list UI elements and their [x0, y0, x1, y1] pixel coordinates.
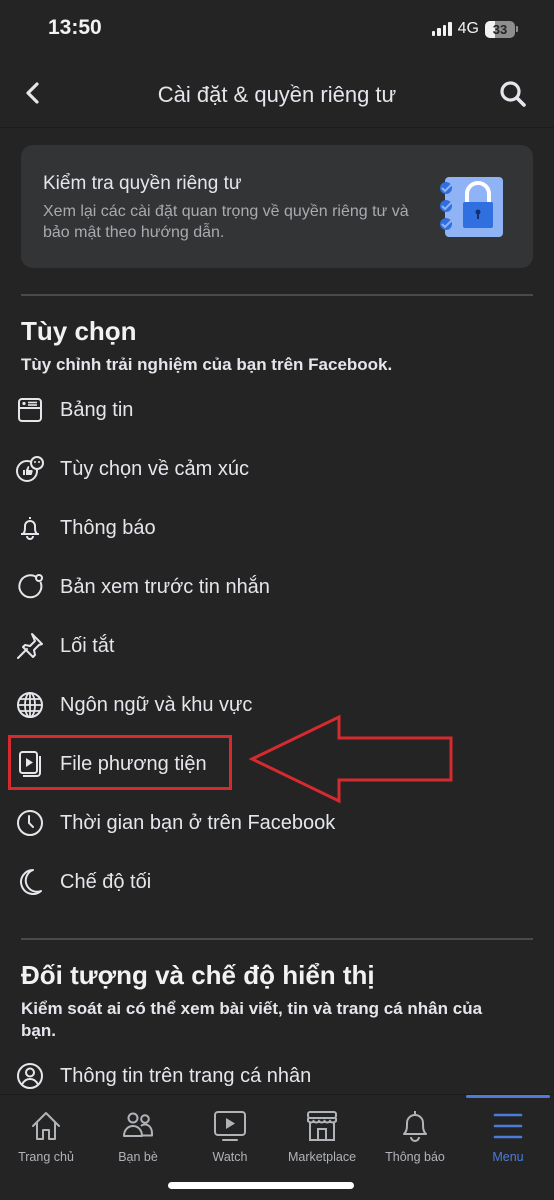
status-indicators: 4G 33	[431, 20, 518, 38]
tab-notifications[interactable]: Thông báo	[369, 1095, 461, 1175]
section-divider	[21, 294, 533, 296]
menu-item-reaction-preferences[interactable]: Tùy chọn về cảm xúc	[0, 443, 554, 495]
menu-item-label: Tùy chọn về cảm xúc	[60, 457, 249, 480]
section-title-audience: Đối tượng và chế độ hiển thị	[21, 960, 375, 990]
tab-home[interactable]: Trang chủ	[0, 1095, 92, 1175]
friends-icon	[121, 1109, 155, 1143]
menu-item-label: Thông tin trên trang cá nhân	[60, 1064, 312, 1087]
tab-label: Bạn bè	[118, 1150, 158, 1164]
annotation-arrow-icon	[248, 714, 453, 804]
privacy-card-title: Kiểm tra quyền riêng tư	[43, 173, 242, 194]
menu-item-time-on-facebook[interactable]: Thời gian bạn ở trên Facebook	[0, 797, 554, 849]
marketplace-icon	[305, 1109, 339, 1143]
menu-item-notifications[interactable]: Thông báo	[0, 502, 554, 554]
status-bar: 13:50 4G 33	[0, 0, 554, 62]
news-feed-icon	[15, 395, 45, 425]
clock-icon	[15, 808, 45, 838]
battery-level: 33	[492, 21, 508, 37]
privacy-checklist-lock-icon	[440, 177, 503, 237]
menu-icon	[491, 1109, 525, 1143]
menu-item-label: Bản xem trước tin nhắn	[60, 575, 270, 598]
menu-item-label: Thông báo	[60, 516, 156, 539]
section-subtitle-preferences: Tùy chỉnh trải nghiệm của bạn trên Faceb…	[21, 355, 393, 374]
battery-icon: 33	[485, 20, 515, 38]
status-time: 13:50	[48, 16, 102, 39]
battery-tip	[516, 26, 518, 32]
menu-item-label: Ngôn ngữ và khu vực	[60, 693, 253, 716]
profile-icon	[15, 1061, 45, 1091]
message-preview-icon	[15, 572, 45, 602]
menu-item-message-preview[interactable]: Bản xem trước tin nhắn	[0, 561, 554, 613]
tab-label: Trang chủ	[18, 1150, 74, 1164]
search-button[interactable]	[498, 79, 528, 109]
tab-watch[interactable]: Watch	[184, 1095, 276, 1175]
menu-item-label: Lối tắt	[60, 634, 115, 657]
menu-item-label: Chế độ tối	[60, 870, 152, 893]
tab-friends[interactable]: Bạn bè	[92, 1095, 184, 1175]
privacy-card-description: Xem lại các cài đặt quan trọng về quyền …	[43, 203, 409, 241]
nav-header: Cài đặt & quyền riêng tư	[0, 62, 554, 128]
tab-menu[interactable]: Menu	[462, 1095, 554, 1175]
search-icon	[500, 81, 526, 107]
bell-icon	[398, 1109, 432, 1143]
menu-item-news-feed[interactable]: Bảng tin	[0, 384, 554, 436]
bell-icon	[15, 513, 45, 543]
section-title-preferences: Tùy chọn	[21, 316, 137, 346]
menu-item-label: Bảng tin	[60, 398, 134, 421]
privacy-checkup-card[interactable]: Kiểm tra quyền riêng tư Xem lại các cài …	[21, 145, 533, 268]
watch-icon	[213, 1109, 247, 1143]
menu-item-label: Thời gian bạn ở trên Facebook	[60, 811, 336, 834]
reaction-preferences-icon	[15, 454, 45, 484]
signal-icon	[431, 22, 452, 36]
moon-icon	[15, 867, 45, 897]
tab-label: Thông báo	[385, 1150, 445, 1164]
menu-item-dark-mode[interactable]: Chế độ tối	[0, 856, 554, 908]
tab-marketplace[interactable]: Marketplace	[276, 1095, 368, 1175]
section-divider	[21, 938, 533, 940]
section-subtitle-audience: Kiểm soát ai có thể xem bài viết, tin và…	[21, 999, 483, 1040]
pin-icon	[15, 631, 45, 661]
page-title: Cài đặt & quyền riêng tư	[157, 82, 397, 107]
globe-icon	[15, 690, 45, 720]
highlight-box	[8, 735, 232, 790]
tab-label: Watch	[212, 1150, 248, 1164]
home-indicator	[168, 1182, 354, 1189]
home-icon	[29, 1109, 63, 1143]
network-type: 4G	[457, 20, 479, 37]
tab-label: Menu	[492, 1150, 524, 1164]
menu-item-shortcuts[interactable]: Lối tắt	[0, 620, 554, 672]
tab-label: Marketplace	[287, 1150, 357, 1164]
